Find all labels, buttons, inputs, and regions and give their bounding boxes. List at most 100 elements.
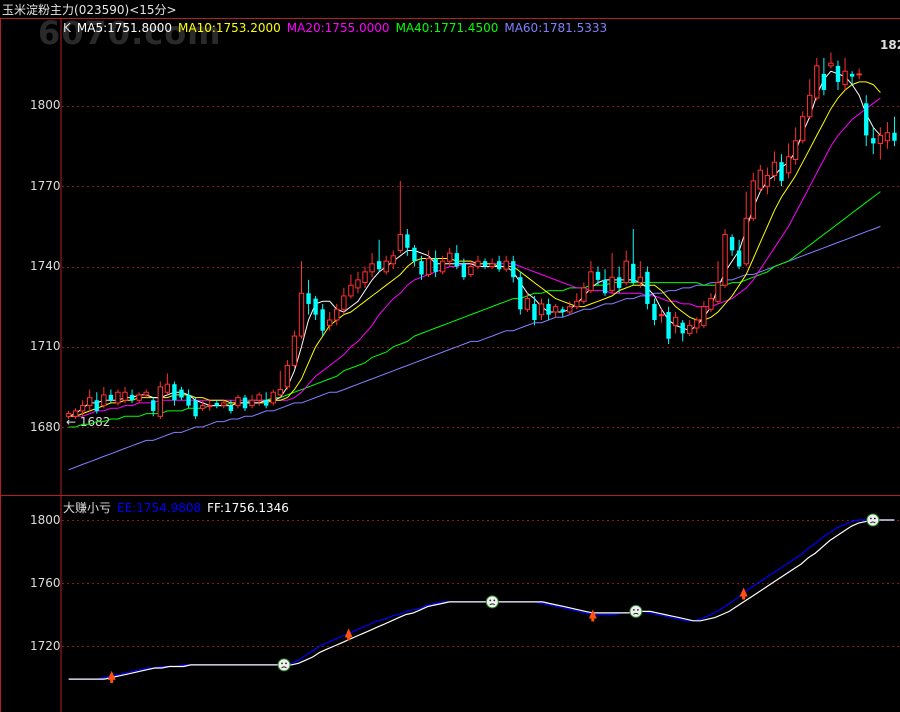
candle-body-down [264,400,269,406]
candle-body-up [771,161,778,177]
candle-body-up [362,271,368,284]
candle-body-down [645,271,650,304]
candle-body-down [412,247,417,262]
candle-body-up [397,233,404,251]
candle-body-down [214,402,219,406]
face-eye [632,608,635,611]
candle-body-up [390,255,396,265]
candle-body-up [701,306,707,326]
buy-arrow-stem [110,678,114,683]
candle-body-up [87,397,93,407]
candle-body-down [849,73,855,77]
candle-body-down [172,384,177,401]
candle-body-down [602,279,608,294]
candle-body-down [320,309,325,331]
candle-body-up [235,397,241,407]
candle-body-up [588,271,594,292]
buy-arrow-stem [742,595,746,600]
candle-body-down [864,103,869,136]
candle-body-up [327,319,333,326]
candle-body-up [750,180,756,219]
candle-body-up [658,314,665,317]
candle-body-down [821,73,827,90]
candle-body-up [792,140,799,160]
candle-body-down [313,298,318,315]
candle-body-up [277,389,283,396]
moving-average-lines [68,70,881,471]
candle-body-up [439,260,446,273]
indicator-signals [107,513,880,683]
candle-body-up [65,413,72,417]
buy-arrow-stem [347,636,351,641]
candle-body-up [814,65,820,99]
face-eye [489,599,492,602]
candle-body-up [637,276,644,284]
candle-body-up [383,260,389,273]
candle-body-down [666,311,671,339]
candle-body-down [546,303,551,315]
face-eye [873,517,876,520]
candle-body-down [242,397,248,409]
candle-body-down [496,261,502,270]
candle-body-up [291,335,298,366]
candle-body-up [475,260,481,267]
candle-body-up [609,276,615,292]
candle-body-up [447,252,453,262]
candle-body-up [298,292,305,337]
candle-body-up [842,70,848,86]
candle-body-up [800,116,806,142]
candle-body-up [355,279,361,289]
candle-body-up [722,233,728,286]
candle-body-down [151,400,156,411]
candle-body-up [270,391,276,404]
chart-canvas[interactable] [0,0,900,712]
candle-body-up [807,94,813,118]
candle-body-down [560,309,565,312]
candle-body-up [164,383,171,393]
candle-body-down [376,261,382,270]
candle-body-up [489,263,495,268]
candle-body-down [595,271,601,280]
candle-body-down [736,250,742,267]
candle-body-up [828,62,834,67]
candle-body-up [687,324,693,334]
face-eye [285,662,287,665]
candle-body-down [179,389,184,398]
candle-body-up [136,394,142,401]
ma10-line [68,81,881,417]
sell-face-icon [485,595,499,609]
candle-body-down [680,322,685,334]
candle-body-up [115,391,121,404]
ff-line [68,519,895,680]
candle-body-down [729,237,735,251]
candle-body-up [249,399,255,407]
ma20-line [68,97,881,417]
candle-body-up [708,298,714,310]
candle-body-up [743,217,749,265]
candle-body-up [538,303,545,316]
candle-body-up [425,257,432,276]
indicator-lines [68,519,895,680]
ma40-line [68,191,881,428]
candle-body-up [157,386,163,417]
candle-body-down [94,400,99,411]
candlesticks [65,52,897,419]
candle-body-up [221,402,227,407]
candle-body-up [567,306,573,313]
ee-line [68,519,895,680]
candle-body-up [334,308,340,321]
candle-body-down [186,394,191,406]
candle-body-up [207,405,213,408]
candle-body-up [72,410,79,417]
candle-body-up [256,394,262,401]
candle-body-down [454,253,459,267]
buy-arrow-icon [739,587,748,597]
candle-body-up [574,300,580,308]
face-eye [281,662,283,665]
sub-grid [62,520,900,647]
candle-body-up [672,316,679,326]
candle-body-down [631,263,636,283]
candle-body-up [341,295,347,310]
candle-body-up [552,306,559,313]
candle-body-down [433,258,438,272]
